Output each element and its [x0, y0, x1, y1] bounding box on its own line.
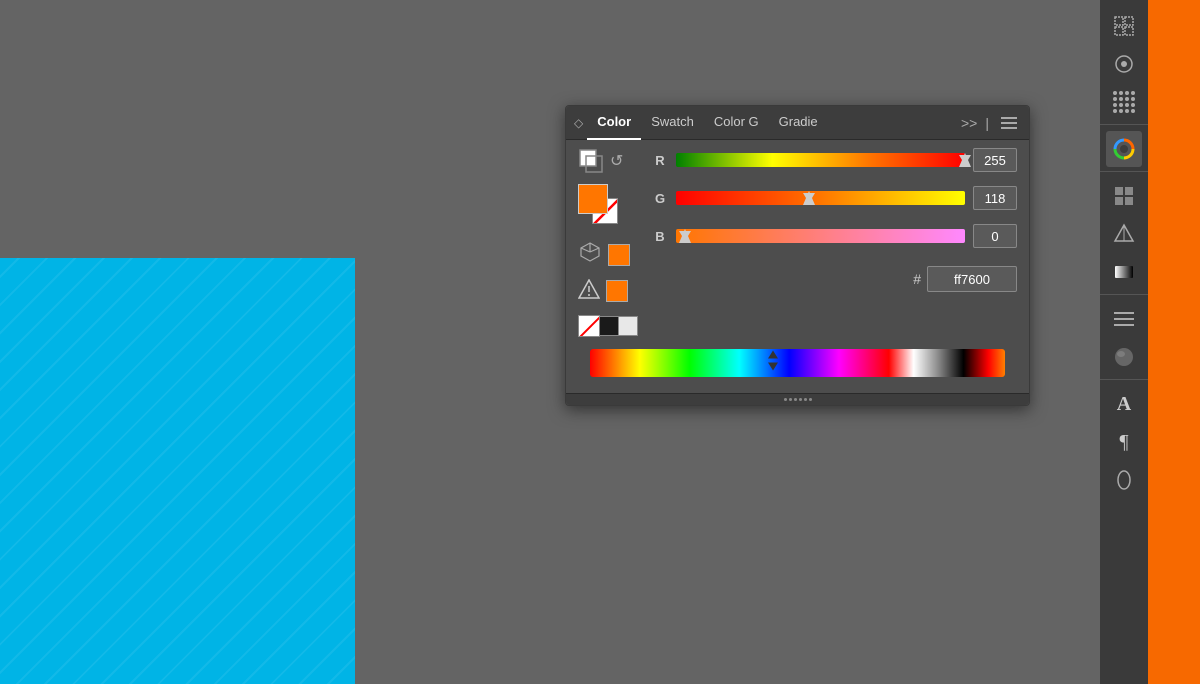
circle-tool[interactable]	[1106, 46, 1142, 82]
b-slider-row: B 0	[652, 224, 1017, 248]
tool-strip: A ¶	[1100, 0, 1148, 684]
panel-collapse-arrow[interactable]: ◇	[574, 116, 583, 130]
color-wheel-tool[interactable]	[1106, 131, 1142, 167]
sphere-tool[interactable]	[1106, 339, 1142, 375]
panel-menu-btn[interactable]	[997, 113, 1021, 133]
hex-symbol: #	[913, 271, 921, 287]
tool-section-5: A ¶	[1100, 382, 1148, 502]
g-slider-row: G 118	[652, 186, 1017, 210]
b-value[interactable]: 0	[973, 224, 1017, 248]
gradient-tool[interactable]	[1106, 254, 1142, 290]
spectrum-cursor	[768, 351, 778, 376]
tool-section-2	[1100, 127, 1148, 172]
tab-color[interactable]: Color	[587, 106, 641, 140]
g-slider-thumb[interactable]	[803, 191, 815, 205]
menu-lines-tool[interactable]	[1106, 301, 1142, 337]
b-slider-track[interactable]	[676, 229, 965, 243]
panel-body: ↺	[566, 140, 1029, 341]
spectrum-container	[566, 349, 1029, 393]
oval-tool[interactable]	[1106, 462, 1142, 498]
scroll-indicator	[784, 398, 812, 401]
hex-row: # ff7600	[652, 266, 1017, 292]
dots-grid-tool[interactable]	[1106, 84, 1142, 120]
paragraph-label: ¶	[1119, 431, 1128, 454]
tool-section-3	[1100, 174, 1148, 295]
panel-header-more: >> |	[961, 113, 1021, 133]
blue-rectangle	[0, 258, 355, 684]
scroll-dot	[794, 398, 797, 401]
hex-input[interactable]: ff7600	[927, 266, 1017, 292]
panel-right-col: R 255 G 118 B	[652, 148, 1017, 337]
white-swatch[interactable]	[618, 316, 638, 336]
paragraph-tool[interactable]: ¶	[1106, 424, 1142, 460]
g-label: G	[652, 191, 668, 206]
r-label: R	[652, 153, 668, 168]
text-tool[interactable]: A	[1106, 386, 1142, 422]
color-panel: ◇ Color Swatch Color G Gradie >> |	[565, 105, 1030, 406]
scroll-dot	[784, 398, 787, 401]
shape-tool[interactable]	[1106, 216, 1142, 252]
more-tabs-btn[interactable]: >>	[961, 115, 977, 131]
color-swatch-stack[interactable]	[578, 184, 628, 230]
grid-select-tool[interactable]	[1106, 8, 1142, 44]
header-divider: |	[985, 115, 989, 131]
tool-section-1	[1100, 4, 1148, 125]
color-mode-swatch[interactable]	[608, 244, 630, 266]
tool-section-4	[1100, 297, 1148, 380]
panel-header: ◇ Color Swatch Color G Gradie >> |	[566, 106, 1029, 140]
tab-swatch[interactable]: Swatch	[641, 106, 704, 140]
r-slider-thumb[interactable]	[959, 153, 971, 167]
tab-gradient[interactable]: Gradie	[769, 106, 828, 140]
panel-bottom-bar	[566, 393, 1029, 405]
r-slider-row: R 255	[652, 148, 1017, 172]
warning-color-swatch[interactable]	[606, 280, 628, 302]
panel-left-col: ↺	[578, 148, 646, 337]
scroll-dot	[789, 398, 792, 401]
bw-swatches-row	[578, 315, 646, 337]
right-sidebar	[1148, 0, 1200, 684]
fill-swatch[interactable]	[578, 184, 608, 214]
reset-color-btn[interactable]: ↺	[610, 151, 623, 171]
tab-color-guide[interactable]: Color G	[704, 106, 769, 140]
black-swatch[interactable]	[599, 316, 619, 336]
scroll-dot	[799, 398, 802, 401]
r-value[interactable]: 255	[973, 148, 1017, 172]
3d-cube-btn[interactable]	[578, 240, 602, 269]
g-slider-track[interactable]	[676, 191, 965, 205]
scroll-dot	[809, 398, 812, 401]
text-A-label: A	[1117, 393, 1131, 416]
scroll-dot	[804, 398, 807, 401]
fill-stroke-selector[interactable]	[578, 148, 604, 174]
b-label: B	[652, 229, 668, 244]
warning-btn[interactable]	[578, 279, 600, 303]
none-swatch[interactable]	[578, 315, 600, 337]
g-value[interactable]: 118	[973, 186, 1017, 210]
spectrum-bar[interactable]	[590, 349, 1005, 377]
r-slider-track[interactable]	[676, 153, 965, 167]
grid-4-tool[interactable]	[1106, 178, 1142, 214]
b-slider-thumb[interactable]	[679, 229, 691, 243]
